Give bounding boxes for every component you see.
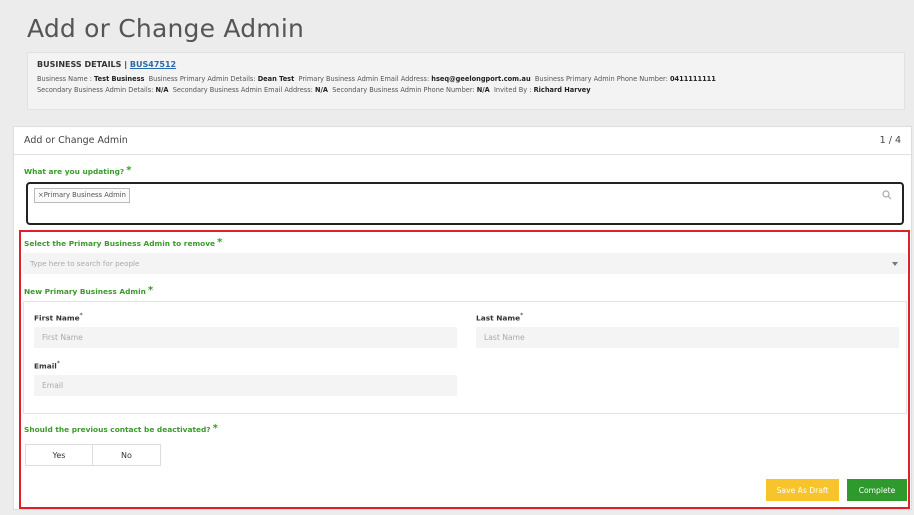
required-asterisk: * (212, 423, 218, 434)
business-id-link[interactable]: BUS47512 (130, 60, 176, 69)
first-name-input[interactable] (34, 327, 457, 348)
highlighted-section: Select the Primary Business Admin to rem… (19, 230, 910, 509)
required-asterisk: * (217, 237, 223, 248)
page-title: Add or Change Admin (27, 14, 305, 43)
required-asterisk: * (147, 285, 154, 296)
people-search-input[interactable] (23, 253, 907, 274)
last-name-input[interactable] (476, 327, 899, 348)
business-details-line-2: Secondary Business Admin Details: N/A Se… (37, 86, 591, 94)
business-details-line-1: Business Name : Test Business Business P… (37, 75, 716, 83)
new-admin-panel: First Name* Last Name* Email* (23, 301, 907, 414)
email-input[interactable] (34, 375, 457, 396)
question-remove-label: Select the Primary Business Admin to rem… (24, 237, 223, 248)
selected-tag-primary-admin[interactable]: ×Primary Business Admin (34, 188, 130, 203)
question-deactivate-label: Should the previous contact be deactivat… (24, 423, 218, 434)
business-details-panel: BUSINESS DETAILS | BUS47512 Business Nam… (27, 52, 905, 110)
last-name-label: Last Name* (476, 312, 524, 323)
no-option-button[interactable]: No (93, 444, 161, 466)
complete-button[interactable]: Complete (847, 479, 907, 501)
save-as-draft-button[interactable]: Save As Draft (766, 479, 839, 501)
form-title: Add or Change Admin (24, 135, 128, 146)
deactivate-toggle-group: Yes No (25, 444, 161, 466)
chevron-down-icon[interactable] (892, 262, 898, 266)
admin-form-card: Add or Change Admin 1 / 4 What are you u… (13, 126, 912, 510)
form-card-header: Add or Change Admin 1 / 4 (14, 127, 911, 155)
step-indicator: 1 / 4 (879, 135, 901, 146)
question-new-admin-label: New Primary Business Admin * (24, 285, 154, 296)
email-label: Email* (34, 360, 60, 371)
updating-multiselect[interactable]: ×Primary Business Admin (26, 182, 904, 225)
business-details-heading: BUSINESS DETAILS | BUS47512 (37, 60, 177, 69)
question-updating-label: What are you updating? * (24, 165, 132, 176)
first-name-label: First Name* (34, 312, 83, 323)
yes-option-button[interactable]: Yes (25, 444, 93, 466)
search-icon (882, 190, 892, 200)
required-asterisk: * (126, 165, 132, 176)
